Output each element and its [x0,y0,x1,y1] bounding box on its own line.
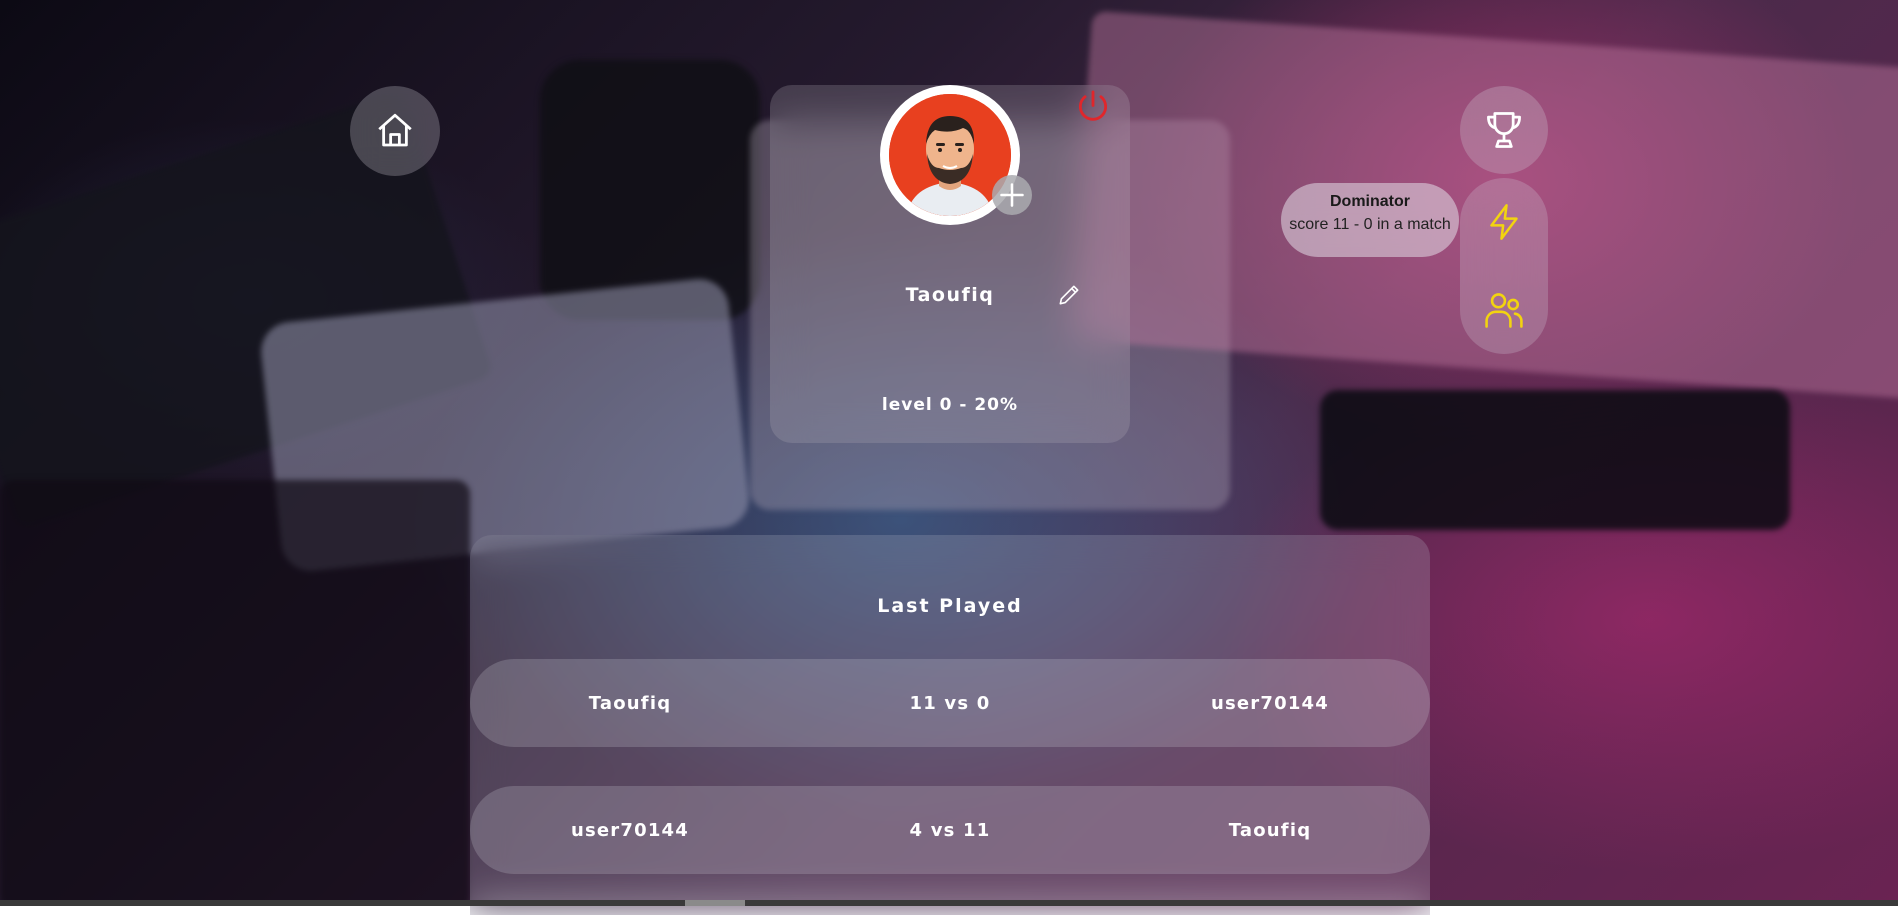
match-history-title: Last Played [877,595,1023,617]
friends-button[interactable] [1460,266,1548,354]
match-player-right: user70144 [1210,692,1330,714]
trophy-button[interactable] [1460,86,1548,174]
match-row[interactable]: Taoufiq 11 vs 0 user70144 [470,659,1430,747]
background-cassette-deck [1320,390,1790,530]
match-player-left: Taoufiq [588,692,672,714]
power-icon [1078,90,1108,121]
achievement-description: score 11 - 0 in a match [1289,216,1451,233]
plus-icon [1000,183,1024,207]
achievements-button[interactable] [1460,178,1548,266]
achievement-tooltip: Dominator score 11 - 0 in a match [1281,183,1459,257]
scrollbar-thumb[interactable] [685,900,745,906]
achievement-title: Dominator [1330,193,1410,210]
trophy-icon [1487,112,1521,148]
profile-username: Taoufiq [905,284,995,306]
lightning-icon [1490,204,1518,240]
match-score: 11 vs 0 [909,692,991,714]
profile-level: level 0 - 20% [881,395,1019,415]
side-menu [1460,178,1548,354]
match-player-left: user70144 [570,819,690,841]
edit-username-button[interactable] [1054,280,1084,310]
logout-button[interactable] [1072,86,1114,128]
home-button[interactable] [350,86,440,176]
background-shadow [0,480,470,906]
users-icon [1485,293,1523,328]
match-score: 4 vs 11 [909,819,991,841]
match-row[interactable]: user70144 4 vs 11 Taoufiq [470,786,1430,874]
pencil-icon [1059,285,1079,305]
add-avatar-button[interactable] [992,175,1032,215]
home-icon [378,113,412,147]
background-joystick [540,60,760,320]
horizontal-scrollbar[interactable] [0,900,1898,906]
match-player-right: Taoufiq [1228,819,1312,841]
